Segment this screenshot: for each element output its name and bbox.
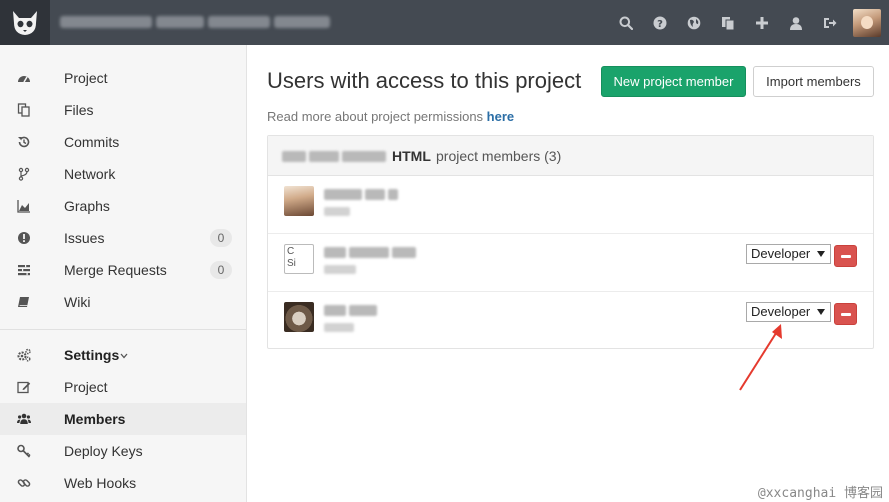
sidebar-item-merge-requests[interactable]: Merge Requests 0 [0, 254, 246, 286]
remove-member-button[interactable] [834, 245, 857, 267]
sidebar-item-members[interactable]: Members [0, 403, 246, 435]
sidebar-item-files[interactable]: Files [0, 94, 246, 126]
sidebar-item-network[interactable]: Network [0, 158, 246, 190]
member-name-blurred[interactable] [324, 247, 416, 258]
sidebar: Project Files Commits Network Graphs Iss… [0, 45, 247, 502]
sidebar-item-label: Network [64, 166, 116, 182]
sidebar-item-label: Merge Requests [64, 262, 167, 278]
sidebar-item-deploy-keys[interactable]: Deploy Keys [0, 435, 246, 467]
sidebar-item-label: Web Hooks [64, 475, 137, 491]
sidebar-item-label: Wiki [64, 294, 91, 310]
sidebar-item-label: Project [64, 70, 108, 86]
sidebar-settings-toggle[interactable]: Settings [0, 339, 246, 371]
group-path-blurred [282, 151, 386, 162]
sidebar-item-label: Project [64, 379, 108, 395]
permissions-help-text: Read more about project permissions here [267, 109, 514, 124]
members-count-label: project members (3) [436, 148, 562, 164]
users-icon [17, 413, 31, 424]
sidebar-item-graphs[interactable]: Graphs [0, 190, 246, 222]
sidebar-item-project[interactable]: Project [0, 62, 246, 94]
top-icon-bar: ? [609, 0, 889, 45]
globe-icon[interactable] [677, 0, 711, 45]
settings-heading-label: Settings [64, 347, 120, 363]
gitlab-logo[interactable] [0, 0, 50, 45]
sidebar-item-wiki[interactable]: Wiki [0, 286, 246, 318]
user-icon[interactable] [779, 0, 813, 45]
member-username-blurred [324, 207, 350, 216]
member-username-blurred [324, 323, 354, 332]
member-row: C Si Developer [268, 234, 873, 292]
sidebar-item-label: Members [64, 411, 126, 427]
merge-requests-count-badge: 0 [210, 261, 232, 279]
caret-down-icon [817, 309, 825, 315]
copy-icon[interactable] [711, 0, 745, 45]
svg-text:?: ? [657, 19, 663, 30]
minus-icon [840, 312, 851, 316]
search-icon[interactable] [609, 0, 643, 45]
role-select-value: Developer [751, 246, 811, 261]
files-icon [17, 103, 30, 117]
dashboard-icon [18, 76, 30, 83]
page-title: Users with access to this project [267, 68, 582, 93]
member-role-select[interactable]: Developer [746, 244, 831, 264]
panel-heading: HTML project members (3) [268, 136, 873, 176]
fox-logo-icon [13, 10, 37, 35]
project-members-panel: HTML project members (3) CSi Developer [267, 135, 874, 349]
help-icon[interactable]: ? [643, 0, 677, 45]
sign-out-icon[interactable] [813, 0, 847, 45]
sidebar-item-label: Issues [64, 230, 105, 246]
role-select-value: Developer [751, 304, 811, 319]
minus-icon [840, 254, 851, 258]
caret-down-icon [817, 251, 825, 257]
sidebar-item-issues[interactable]: Issues 0 [0, 222, 246, 254]
permissions-help-link[interactable]: here [487, 109, 514, 124]
sidebar-divider [0, 329, 246, 330]
area-chart-icon [17, 200, 30, 213]
current-user-avatar[interactable] [853, 8, 881, 37]
sidebar-item-commits[interactable]: Commits [0, 126, 246, 158]
member-avatar [284, 302, 314, 332]
cogs-icon [17, 348, 31, 362]
tasks-icon [18, 265, 30, 276]
member-name-blurred[interactable] [324, 189, 398, 200]
edit-icon [17, 381, 31, 394]
top-navbar: ? [0, 0, 889, 45]
help-text: Read more about project permissions [267, 109, 487, 124]
new-project-member-button[interactable]: New project member [601, 66, 746, 97]
exclamation-circle-icon [18, 232, 30, 244]
import-members-button[interactable]: Import members [753, 66, 874, 97]
annotation-arrow [739, 324, 782, 391]
key-icon [17, 444, 31, 458]
sidebar-item-label: Files [64, 102, 94, 118]
watermark: @xxcanghai 博客园 [757, 486, 883, 501]
member-username-blurred [324, 265, 356, 274]
member-row [268, 176, 873, 234]
issues-count-badge: 0 [210, 229, 232, 247]
link-icon [17, 479, 31, 487]
member-avatar [284, 186, 314, 216]
sidebar-item-settings-project[interactable]: Project [0, 371, 246, 403]
sidebar-item-label: Deploy Keys [64, 443, 143, 459]
member-avatar-broken: C Si [284, 244, 314, 274]
project-path-blurred[interactable] [60, 12, 330, 32]
sidebar-item-web-hooks[interactable]: Web Hooks [0, 467, 246, 499]
book-icon [18, 297, 29, 307]
member-name-blurred[interactable] [324, 305, 377, 316]
sidebar-item-label: Commits [64, 134, 120, 150]
chevron-down-icon [120, 353, 128, 359]
plus-icon[interactable] [745, 0, 779, 45]
remove-member-button[interactable] [834, 303, 857, 325]
group-name: HTML [392, 148, 431, 164]
sidebar-item-label: Graphs [64, 198, 110, 214]
history-icon [18, 136, 30, 148]
code-fork-icon [18, 167, 30, 181]
